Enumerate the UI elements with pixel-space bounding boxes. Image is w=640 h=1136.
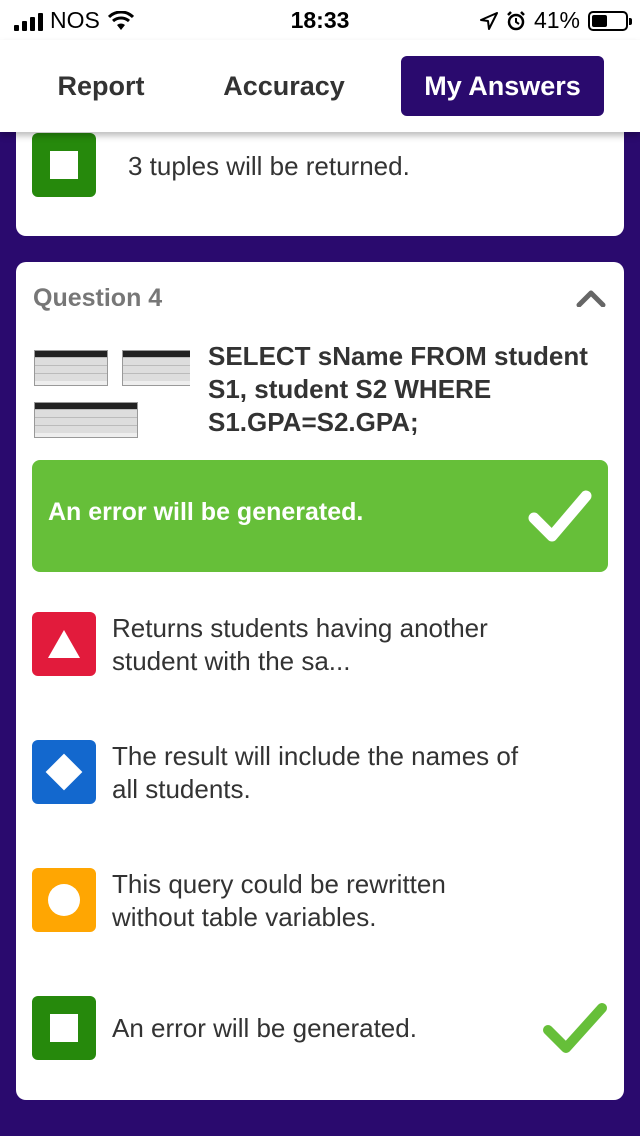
alarm-icon	[507, 10, 525, 30]
question-thumbnail[interactable]	[30, 340, 190, 440]
answer-diamond-shape	[32, 740, 96, 804]
chevron-up-icon[interactable]	[576, 289, 606, 307]
previous-question-card: 3 tuples will be returned.	[16, 120, 624, 236]
diamond-icon	[45, 753, 83, 791]
status-right: 41%	[479, 7, 632, 34]
square-icon	[50, 151, 78, 179]
check-icon	[543, 1003, 607, 1053]
status-bar: NOS 18:33 41%	[0, 0, 640, 40]
square-icon	[50, 1014, 78, 1042]
answer-text: This query could be rewritten without ta…	[112, 869, 446, 932]
tab-bar: Report Accuracy My Answers	[0, 40, 640, 132]
question-text: SELECT sName FROM student S1, student S2…	[208, 341, 588, 437]
circle-icon	[48, 884, 80, 916]
answer-triangle-shape	[32, 612, 96, 676]
answer-text: The result will include the names of all…	[112, 741, 519, 804]
answer-text: An error will be generated.	[112, 1013, 417, 1043]
answer-square-shape	[32, 996, 96, 1060]
question-card: Question 4 SELECT sName FROM student S1,…	[16, 262, 624, 1100]
check-icon	[528, 490, 592, 542]
answer-square-shape	[32, 133, 96, 197]
tab-my-answers[interactable]: My Answers	[401, 56, 604, 116]
tab-report[interactable]: Report	[36, 56, 166, 116]
location-arrow-icon	[479, 11, 498, 30]
battery-icon	[588, 10, 632, 31]
answer-circle-shape	[32, 868, 96, 932]
tab-accuracy[interactable]: Accuracy	[205, 56, 363, 116]
battery-percent: 41%	[533, 7, 580, 33]
triangle-icon	[48, 630, 80, 658]
question-title: Question 4	[33, 284, 163, 312]
answer-text: Returns students having another student …	[112, 613, 488, 676]
answer-text: 3 tuples will be returned.	[128, 151, 410, 181]
correct-answer-banner: An error will be generated.	[32, 460, 608, 572]
correct-answer-label: An error will be generated.	[48, 498, 364, 526]
